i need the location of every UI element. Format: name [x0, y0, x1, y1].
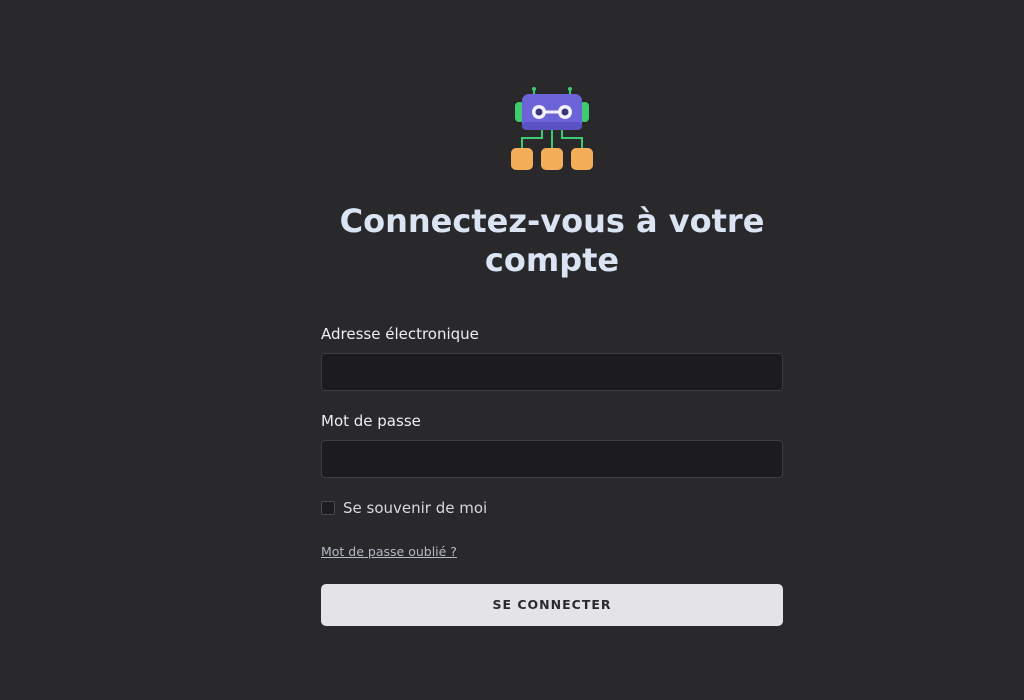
password-field[interactable]	[321, 440, 783, 478]
email-label: Adresse électronique	[321, 325, 479, 343]
robot-logo-icon	[511, 87, 593, 170]
password-label: Mot de passe	[321, 412, 421, 430]
page-title: Connectez-vous à votre compte	[339, 202, 765, 279]
login-button[interactable]: SE CONNECTER	[321, 584, 783, 626]
forgot-password-link[interactable]: Mot de passe oublié ?	[321, 544, 457, 559]
remember-me-label[interactable]: Se souvenir de moi	[343, 499, 487, 517]
remember-me-checkbox[interactable]	[321, 501, 335, 515]
email-field[interactable]	[321, 353, 783, 391]
